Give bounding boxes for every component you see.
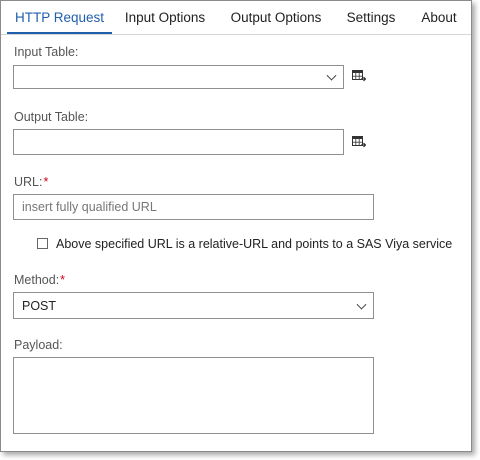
tab-output-options[interactable]: Output Options <box>223 1 329 33</box>
required-marker: * <box>43 175 49 189</box>
table-select-icon[interactable] <box>352 70 366 82</box>
required-marker: * <box>60 273 66 287</box>
chevron-down-icon <box>356 299 367 310</box>
method-label-text: Method: <box>14 273 60 287</box>
output-table-label: Output Table: <box>14 110 89 124</box>
http-request-panel: HTTP Request Input Options Output Option… <box>0 0 472 452</box>
url-label-text: URL: <box>14 175 43 189</box>
tab-http-request[interactable]: HTTP Request <box>7 1 112 34</box>
chevron-down-icon <box>326 70 337 81</box>
method-select[interactable]: POST <box>13 292 374 319</box>
relative-url-checkbox[interactable] <box>37 238 48 249</box>
input-table-label: Input Table: <box>14 45 79 59</box>
input-table-select[interactable] <box>13 65 344 89</box>
payload-label: Payload: <box>14 338 63 352</box>
url-input[interactable]: insert fully qualified URL <box>13 194 374 220</box>
tab-bar: HTTP Request Input Options Output Option… <box>1 1 471 35</box>
tab-about[interactable]: About <box>415 1 463 33</box>
method-value: POST <box>22 298 57 313</box>
table-select-icon[interactable] <box>352 136 366 148</box>
url-label: URL:* <box>14 175 48 189</box>
url-placeholder: insert fully qualified URL <box>22 200 157 214</box>
tab-settings[interactable]: Settings <box>339 1 403 33</box>
payload-textarea[interactable] <box>13 357 374 434</box>
relative-url-checkbox-label[interactable]: Above specified URL is a relative-URL an… <box>56 237 452 251</box>
method-label: Method:* <box>14 273 65 287</box>
output-table-input[interactable] <box>13 129 344 155</box>
tab-input-options[interactable]: Input Options <box>116 1 214 33</box>
